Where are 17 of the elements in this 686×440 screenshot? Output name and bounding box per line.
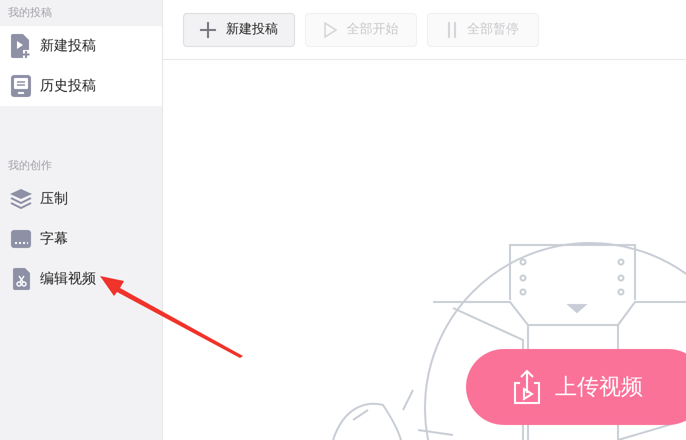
new-upload-icon (11, 34, 31, 58)
section-heading: 我的投稿 (8, 4, 52, 21)
sidebar-item[interactable]: 压制 (0, 179, 162, 219)
layers-icon (10, 189, 32, 209)
sidebar-item[interactable]: 编辑视频 (0, 259, 162, 299)
section-heading: 我的创作 (8, 158, 52, 174)
sidebar-item[interactable]: 历史投稿 (0, 66, 162, 106)
play-icon (324, 22, 336, 38)
upload-icon (511, 369, 543, 405)
toolbar-button[interactable]: 新建投稿 (183, 12, 295, 46)
plus-icon (200, 22, 216, 38)
sidebar-item[interactable]: 新建投稿 (0, 26, 162, 66)
sidebar-item[interactable]: 字幕 (0, 219, 162, 259)
tray-icon (11, 75, 31, 97)
subtitle-icon (11, 230, 31, 248)
scissors-document-icon (12, 268, 30, 290)
pause-icon (447, 22, 457, 38)
